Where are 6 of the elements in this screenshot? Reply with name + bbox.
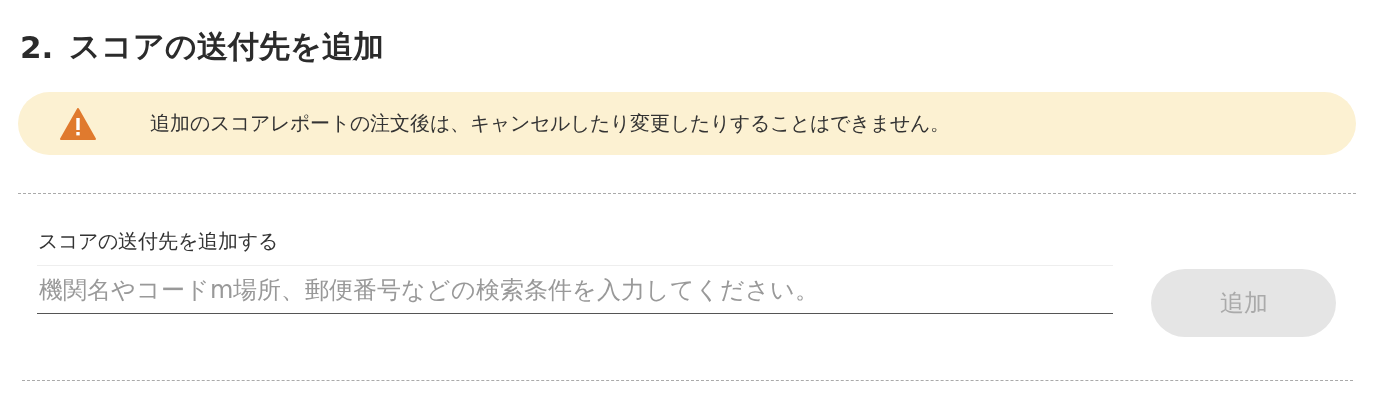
warning-icon bbox=[60, 107, 96, 140]
search-field[interactable]: 機関名やコードm場所、郵便番号などの検索条件を入力してください。 bbox=[37, 265, 1113, 314]
section-title: スコアの送付先を追加 bbox=[69, 27, 385, 66]
field-label: スコアの送付先を追加する bbox=[38, 228, 278, 255]
warning-text: 追加のスコアレポートの注文後は、キャンセルしたり変更したりすることはできません。 bbox=[150, 110, 950, 137]
section-number: 2. bbox=[20, 29, 54, 65]
